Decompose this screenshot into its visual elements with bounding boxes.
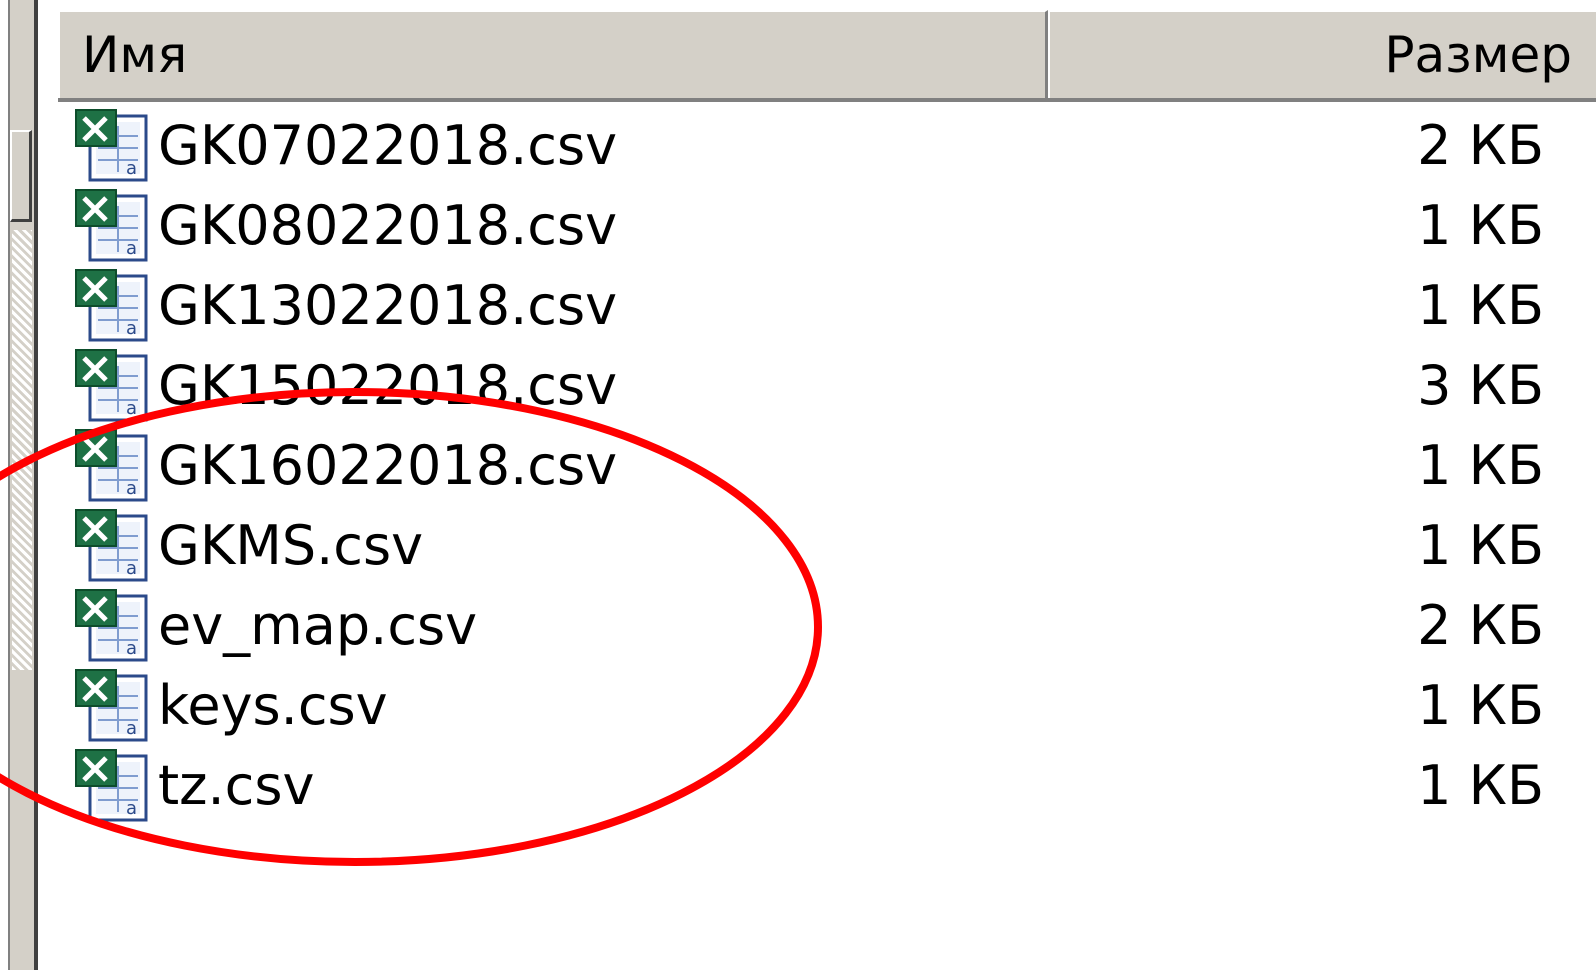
- svg-text:a: a: [126, 398, 137, 419]
- excel-csv-icon: a: [74, 348, 152, 422]
- svg-text:a: a: [126, 238, 137, 259]
- svg-text:a: a: [126, 558, 137, 579]
- file-size: 1 КБ: [1417, 514, 1544, 577]
- file-row[interactable]: a keys.csv 1 КБ: [58, 666, 1596, 746]
- svg-text:a: a: [126, 718, 137, 739]
- excel-csv-icon: a: [74, 108, 152, 182]
- file-size: 3 КБ: [1417, 354, 1544, 417]
- pane-splitter[interactable]: [34, 0, 58, 970]
- file-row[interactable]: a GK07022018.csv 2 КБ: [58, 106, 1596, 186]
- scrollbar-thumb[interactable]: [10, 130, 32, 222]
- excel-csv-icon: a: [74, 268, 152, 342]
- file-name[interactable]: ev_map.csv: [158, 586, 477, 666]
- excel-csv-icon: a: [74, 668, 152, 742]
- file-name[interactable]: GK16022018.csv: [158, 426, 617, 506]
- file-name[interactable]: GK13022018.csv: [158, 266, 617, 346]
- file-size: 1 КБ: [1417, 274, 1544, 337]
- excel-csv-icon: a: [74, 588, 152, 662]
- file-row[interactable]: a ev_map.csv 2 КБ: [58, 586, 1596, 666]
- file-size: 1 КБ: [1417, 434, 1544, 497]
- file-row[interactable]: a GK16022018.csv 1 КБ: [58, 426, 1596, 506]
- list-header: Имя Размер: [58, 10, 1596, 102]
- file-name[interactable]: GKMS.csv: [158, 506, 423, 586]
- svg-text:a: a: [126, 478, 137, 499]
- file-name[interactable]: keys.csv: [158, 666, 388, 746]
- excel-csv-icon: a: [74, 188, 152, 262]
- file-name[interactable]: tz.csv: [158, 746, 314, 826]
- file-row[interactable]: a tz.csv 1 КБ: [58, 746, 1596, 826]
- excel-csv-icon: a: [74, 428, 152, 502]
- excel-csv-icon: a: [74, 508, 152, 582]
- column-header-size-label: Размер: [1384, 26, 1572, 84]
- svg-text:a: a: [126, 638, 137, 659]
- column-header-name[interactable]: Имя: [58, 10, 1048, 98]
- file-name[interactable]: GK07022018.csv: [158, 106, 617, 186]
- excel-csv-icon: a: [74, 748, 152, 822]
- file-rows: a GK07022018.csv 2 КБ a GK08022018.csv 1 К…: [58, 106, 1596, 826]
- svg-text:a: a: [126, 798, 137, 819]
- svg-text:a: a: [126, 158, 137, 179]
- svg-text:a: a: [126, 318, 137, 339]
- file-size: 2 КБ: [1417, 594, 1544, 657]
- file-row[interactable]: a GKMS.csv 1 КБ: [58, 506, 1596, 586]
- file-size: 1 КБ: [1417, 754, 1544, 817]
- file-list-view: Имя Размер a GK07022018.csv 2 КБ a GK0802…: [58, 10, 1596, 970]
- file-size: 1 КБ: [1417, 674, 1544, 737]
- scrollbar-track[interactable]: [12, 230, 32, 670]
- column-header-size[interactable]: Размер: [1048, 10, 1596, 98]
- file-size: 2 КБ: [1417, 114, 1544, 177]
- file-explorer-window: Имя Размер a GK07022018.csv 2 КБ a GK0802…: [0, 0, 1596, 970]
- file-row[interactable]: a GK15022018.csv 3 КБ: [58, 346, 1596, 426]
- file-row[interactable]: a GK08022018.csv 1 КБ: [58, 186, 1596, 266]
- file-size: 1 КБ: [1417, 194, 1544, 257]
- column-header-name-label: Имя: [82, 26, 188, 84]
- file-name[interactable]: GK08022018.csv: [158, 186, 617, 266]
- file-name[interactable]: GK15022018.csv: [158, 346, 617, 426]
- folder-tree-scrollbar[interactable]: [8, 0, 34, 970]
- file-row[interactable]: a GK13022018.csv 1 КБ: [58, 266, 1596, 346]
